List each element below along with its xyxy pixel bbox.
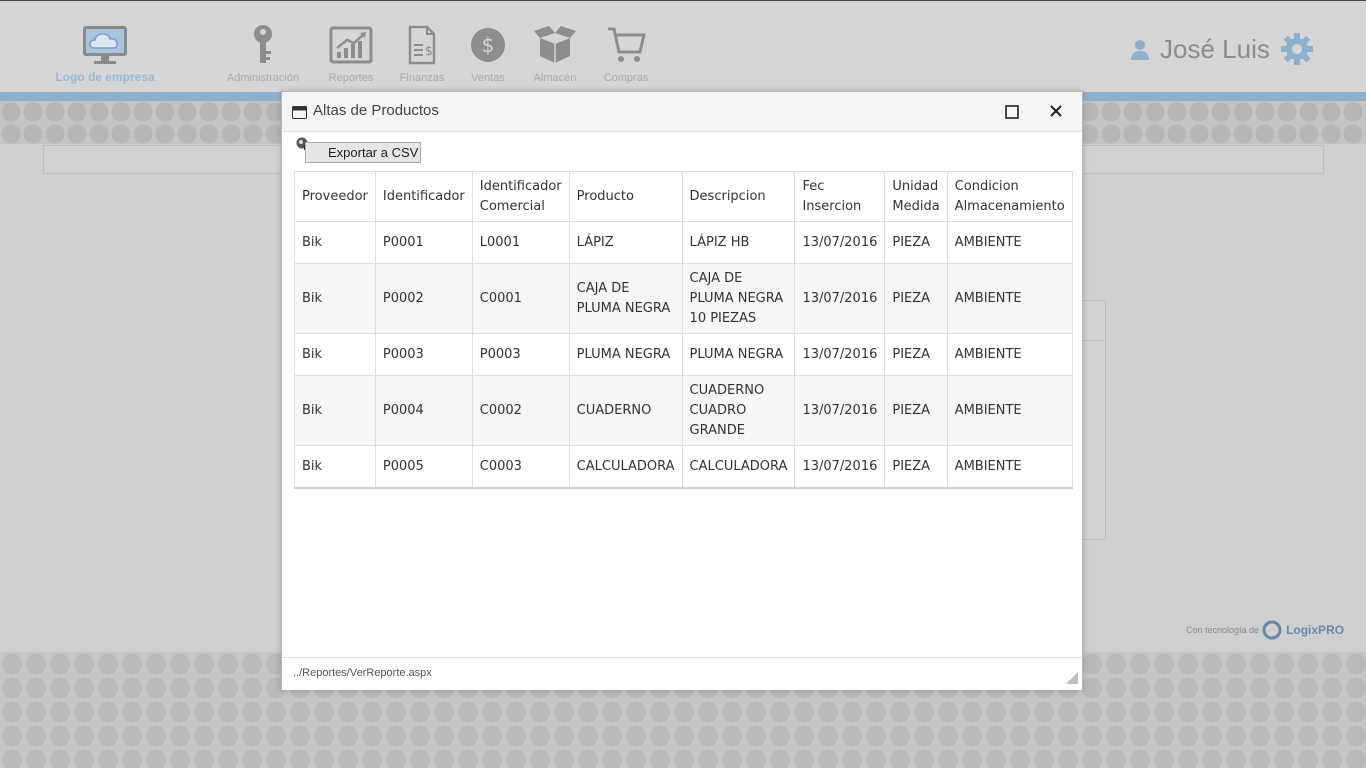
resize-grip-icon[interactable] <box>1066 672 1078 684</box>
table-cell: CAJA DE PLUMA NEGRA <box>568 263 683 334</box>
table-cell: AMBIENTE <box>946 221 1073 264</box>
svg-text:$: $ <box>425 44 433 58</box>
table-cell: CAJA DE PLUMA NEGRA 10 PIEZAS <box>681 263 796 334</box>
powered-by: Con tecnología de LogixPRO <box>1186 620 1344 640</box>
table-cell: Bik <box>294 221 376 264</box>
table-cell: CALCULADORA <box>568 445 683 489</box>
maximize-button[interactable] <box>1004 104 1020 120</box>
table-cell: AMBIENTE <box>946 375 1073 446</box>
svg-text:$: $ <box>482 33 495 57</box>
table-row[interactable]: Bik P0004 C0002 CUADERNO CUADERNO CUADRO G… <box>294 375 1073 446</box>
user-menu[interactable]: José Luis <box>1130 34 1270 65</box>
table-cell: PLUMA NEGRA <box>681 333 796 376</box>
column-header[interactable]: Unidad Medida <box>884 171 948 222</box>
table-cell: L0001 <box>471 221 570 264</box>
nav-label: Reportes <box>328 72 374 84</box>
modal-title: Altas de Productos <box>313 102 439 119</box>
table-cell: PIEZA <box>884 263 948 334</box>
table-cell: PIEZA <box>884 375 948 446</box>
table-cell: Bik <box>294 333 376 376</box>
powered-by-text: Con tecnología de <box>1186 625 1260 635</box>
logo-text: Logo de empresa <box>55 70 155 84</box>
table-cell: AMBIENTE <box>946 445 1073 489</box>
table-cell: Bik <box>294 445 376 489</box>
table-cell: C0002 <box>471 375 570 446</box>
table-cell: P0001 <box>374 221 473 264</box>
table-cell: C0001 <box>471 263 570 334</box>
powered-by-brand: LogixPRO <box>1286 623 1345 637</box>
nav-compras[interactable]: Compras <box>586 24 666 84</box>
report-modal: Altas de Productos Exportar a CSV Provee… <box>281 91 1083 690</box>
key-icon <box>254 25 272 63</box>
column-header[interactable]: Fec Insercion <box>794 171 886 222</box>
user-name: José Luis <box>1160 34 1270 64</box>
dollar-icon: $ <box>471 28 505 62</box>
logixpro-logo-icon <box>1262 620 1282 640</box>
table-cell: P0005 <box>374 445 473 489</box>
table-cell: PIEZA <box>884 445 948 489</box>
table-row[interactable]: Bik P0001 L0001 LÁPIZ LÁPIZ HB 13/07/201… <box>294 221 1073 264</box>
close-button[interactable] <box>1047 102 1065 120</box>
table-cell: LÁPIZ <box>568 221 683 264</box>
table-cell: PLUMA NEGRA <box>568 333 683 376</box>
box-icon <box>534 26 576 63</box>
table-cell: Bik <box>294 263 376 334</box>
table-cell: 13/07/2016 <box>794 375 886 446</box>
report-url: ../Reportes/VerReporte.aspx <box>293 667 432 679</box>
column-header[interactable]: Identificador Comercial <box>471 171 570 222</box>
table-cell: CUADERNO CUADRO GRANDE <box>681 375 796 446</box>
background-panel-header <box>1080 300 1104 341</box>
table-header-row: Proveedor Identificador Identificador Com… <box>294 171 1073 222</box>
column-header[interactable]: Descripcion <box>681 171 796 222</box>
column-header[interactable]: Producto <box>568 171 683 222</box>
table-cell: LÁPIZ HB <box>681 221 796 264</box>
column-header[interactable]: Condicion Almacenamiento <box>946 171 1073 222</box>
table-cell: P0003 <box>374 333 473 376</box>
export-csv-button[interactable]: Exportar a CSV <box>305 142 421 163</box>
gear-icon[interactable] <box>1280 32 1314 66</box>
table-cell: AMBIENTE <box>946 263 1073 334</box>
table-cell: P0002 <box>374 263 473 334</box>
modal-footer: ../Reportes/VerReporte.aspx <box>282 657 1082 690</box>
modal-header[interactable]: Altas de Productos <box>282 92 1082 132</box>
company-logo[interactable]: Logo de empresa <box>50 24 160 84</box>
table-cell: CUADERNO <box>568 375 683 446</box>
table-row[interactable]: Bik P0005 C0003 CALCULADORA CALCULADORA … <box>294 445 1073 489</box>
nav-administracion[interactable]: Administración <box>223 24 303 84</box>
column-header[interactable]: Proveedor <box>294 171 376 222</box>
cart-icon <box>608 27 646 62</box>
nav-label: Almacén <box>533 72 577 84</box>
table-cell: C0003 <box>471 445 570 489</box>
table-cell: AMBIENTE <box>946 333 1073 376</box>
table-cell: P0003 <box>471 333 570 376</box>
finance-document-icon: $ <box>408 25 436 65</box>
window-icon <box>292 106 307 119</box>
table-cell: PIEZA <box>884 221 948 264</box>
nav-reportes[interactable]: Reportes <box>311 24 391 84</box>
user-icon <box>1131 39 1149 60</box>
nav-almacen[interactable]: Almacén <box>515 24 595 84</box>
table-cell: P0004 <box>374 375 473 446</box>
table-row[interactable]: Bik P0003 P0003 PLUMA NEGRA PLUMA NEGRA … <box>294 333 1073 376</box>
column-header[interactable]: Identificador <box>374 171 473 222</box>
cloud-monitor-icon <box>83 26 127 64</box>
nav-label: Administración <box>226 72 300 84</box>
chart-icon <box>329 26 373 64</box>
table-row[interactable]: Bik P0002 C0001 CAJA DE PLUMA NEGRA CAJA … <box>294 263 1073 334</box>
table-cell: PIEZA <box>884 333 948 376</box>
table-cell: Bik <box>294 375 376 446</box>
table-cell: 13/07/2016 <box>794 333 886 376</box>
products-table: Proveedor Identificador Identificador Com… <box>294 171 1073 489</box>
table-cell: 13/07/2016 <box>794 445 886 489</box>
table-cell: CALCULADORA <box>681 445 796 489</box>
table-cell: 13/07/2016 <box>794 221 886 264</box>
nav-label: Compras <box>603 72 649 84</box>
table-cell: 13/07/2016 <box>794 263 886 334</box>
